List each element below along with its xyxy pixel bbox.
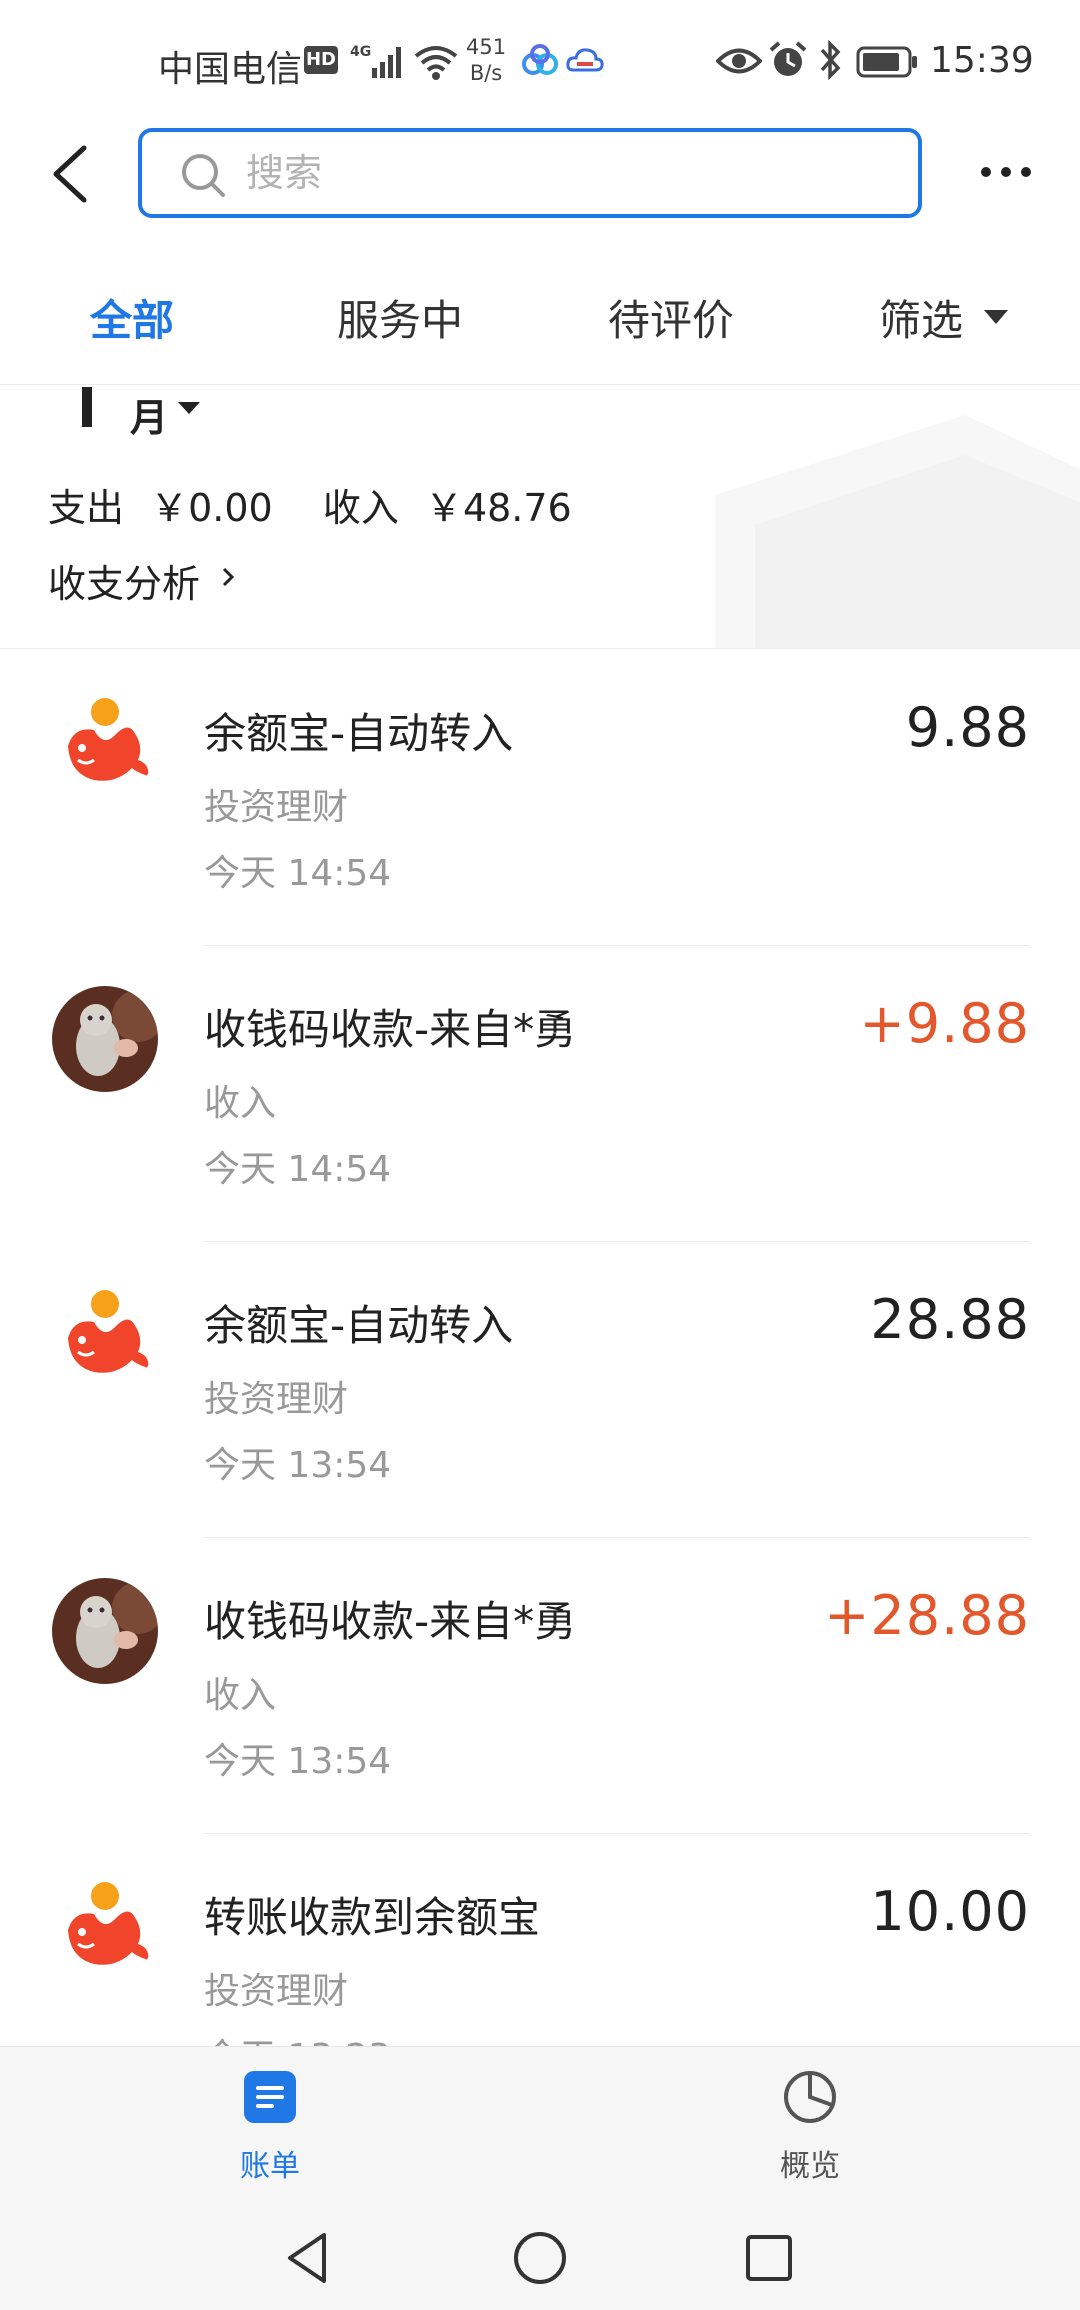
month-dropdown-icon[interactable] (178, 402, 200, 414)
wifi-icon (414, 46, 458, 80)
transaction-category: 投资理财 (204, 1971, 349, 2012)
transaction-time: 今天 14:54 (204, 853, 392, 894)
pie-chart-icon (784, 2071, 836, 2123)
transaction-category: 收入 (204, 1083, 277, 1124)
transaction-amount: +9.88 (859, 992, 1030, 1055)
month-marker (82, 387, 92, 427)
expense-value: ￥0.00 (150, 486, 273, 530)
yuebao-fish-icon (68, 698, 149, 781)
cat-avatar (52, 986, 158, 1092)
transaction-row[interactable]: 余额宝-自动转入 投资理财 今天 13:54 28.88 (0, 1242, 1080, 1538)
filter-tabs: 全部 服务中 待评价 筛选 (0, 265, 1080, 385)
cat-avatar (52, 1578, 158, 1684)
bottom-navigation: 账单 概览 (0, 2046, 1080, 2310)
background-decoration (715, 415, 1080, 648)
nav-bill[interactable]: 账单 (190, 2069, 350, 2199)
transaction-amount: 28.88 (870, 1288, 1030, 1351)
status-bar: 中国电信 HD 4G 451 B/s 15:39 (0, 0, 1080, 120)
eye-icon (716, 48, 762, 74)
carrier-label: 中国电信 (158, 49, 303, 90)
transaction-title: 余额宝-自动转入 (204, 1301, 514, 1350)
month-summary: 月 支出 ￥0.00 收入 ￥48.76 收支分析 (0, 385, 1080, 649)
hd-badge: HD (304, 46, 338, 74)
nav-bill-label: 账单 (240, 2149, 300, 2184)
transaction-amount: 10.00 (870, 1880, 1030, 1943)
transaction-title: 收钱码收款-来自*勇 (204, 1005, 577, 1054)
tab-filter[interactable]: 筛选 (879, 287, 963, 348)
filter-dropdown-icon[interactable] (984, 310, 1008, 324)
tab-pending-review[interactable]: 待评价 (608, 287, 734, 348)
transaction-title: 余额宝-自动转入 (204, 709, 514, 758)
transaction-category: 投资理财 (204, 1379, 349, 1420)
transaction-row[interactable]: 收钱码收款-来自*勇 收入 今天 13:54 +28.88 (0, 1538, 1080, 1834)
month-selector[interactable]: 月 (130, 387, 168, 442)
clock: 15:39 (930, 40, 1034, 81)
transaction-time: 今天 13:54 (204, 1445, 392, 1486)
search-input[interactable] (246, 140, 886, 206)
transaction-category: 收入 (204, 1675, 277, 1716)
chevron-right-icon[interactable] (218, 563, 238, 591)
back-button[interactable] (40, 132, 100, 216)
transaction-amount: 9.88 (905, 696, 1030, 759)
transaction-amount: +28.88 (824, 1584, 1030, 1647)
network-speed: 451 B/s (466, 35, 507, 85)
bill-icon (244, 2071, 296, 2123)
transaction-category: 投资理财 (204, 787, 349, 828)
analysis-link[interactable]: 收支分析 (48, 553, 200, 608)
more-options-button[interactable] (976, 150, 1036, 194)
yuebao-fish-icon (68, 1882, 149, 1965)
system-home-icon[interactable] (509, 2227, 571, 2289)
expense-income-summary: 支出 ￥0.00 收入 ￥48.76 (48, 477, 572, 532)
cloud-sync-icon (566, 48, 604, 72)
income-value: ￥48.76 (424, 486, 572, 530)
yuebao-fish-icon (68, 1290, 149, 1373)
transaction-time: 今天 13:54 (204, 1741, 392, 1782)
tab-in-service[interactable]: 服务中 (337, 287, 463, 348)
bluetooth-icon (820, 39, 841, 81)
expense-label: 支出 (48, 486, 125, 530)
cloud-app-icon (522, 44, 558, 75)
transaction-title: 收钱码收款-来自*勇 (204, 1597, 577, 1646)
system-recents-icon[interactable] (738, 2227, 800, 2289)
svg-text:4G: 4G (350, 44, 371, 60)
tab-all[interactable]: 全部 (90, 287, 174, 348)
nav-overview[interactable]: 概览 (730, 2069, 890, 2199)
search-icon (182, 154, 225, 197)
transaction-title: 转账收款到余额宝 (204, 1893, 541, 1942)
battery-icon (856, 46, 917, 78)
nav-overview-label: 概览 (780, 2149, 840, 2184)
signal-icon: 4G (350, 44, 401, 78)
system-back-icon[interactable] (278, 2227, 340, 2289)
alarm-icon (769, 41, 807, 76)
transaction-time: 今天 14:54 (204, 1149, 392, 1190)
transaction-row[interactable]: 收钱码收款-来自*勇 收入 今天 14:54 +9.88 (0, 946, 1080, 1242)
income-label: 收入 (322, 486, 399, 530)
search-box[interactable] (138, 128, 922, 218)
transaction-row[interactable]: 余额宝-自动转入 投资理财 今天 14:54 9.88 (0, 650, 1080, 946)
